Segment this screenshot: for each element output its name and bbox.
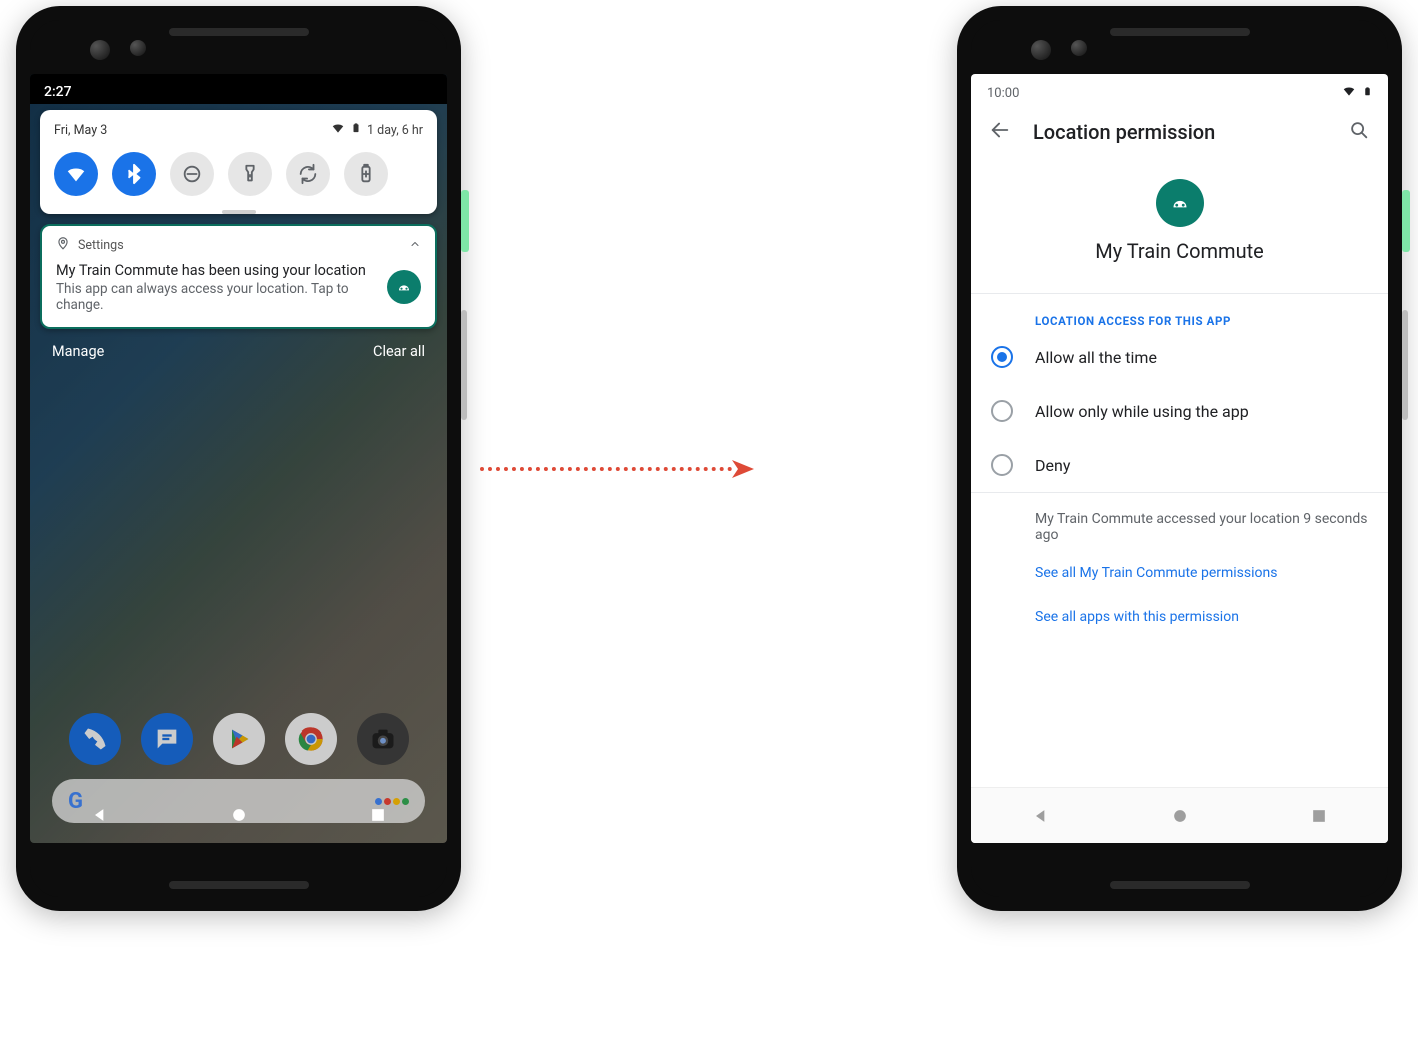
collapse-caret-icon[interactable]	[409, 238, 421, 253]
power-accent-button	[461, 190, 469, 252]
radio-icon	[991, 346, 1013, 368]
radio-label: Allow all the time	[1035, 348, 1157, 367]
qs-tile-flashlight[interactable]	[228, 152, 272, 196]
radio-allow-all[interactable]: Allow all the time	[971, 330, 1388, 384]
qs-tile-dnd[interactable]	[170, 152, 214, 196]
screen-left: 2:27 Fri, May 3 1 day, 6 hr	[30, 74, 447, 843]
wifi-status-icon	[1341, 84, 1357, 103]
system-nav-bar	[30, 787, 447, 843]
qs-date: Fri, May 3	[54, 123, 107, 138]
radio-deny[interactable]: Deny	[971, 438, 1388, 492]
link-apps-with-permission[interactable]: See all apps with this permission	[971, 595, 1388, 639]
power-accent-button	[1402, 190, 1410, 252]
clear-all-button[interactable]: Clear all	[373, 343, 425, 360]
nav-back-button[interactable]	[90, 805, 110, 825]
dock-app-messages[interactable]	[141, 713, 193, 765]
status-time: 10:00	[987, 86, 1019, 101]
dock-app-play-store[interactable]	[213, 713, 265, 765]
nav-back-button[interactable]	[1031, 806, 1051, 826]
app-icon-mytraincommute	[1156, 179, 1204, 227]
radio-allow-foreground[interactable]: Allow only while using the app	[971, 384, 1388, 438]
usage-info: My Train Commute accessed your location …	[971, 493, 1388, 551]
page-title: Location permission	[1033, 120, 1326, 144]
battery-status-icon	[1363, 84, 1372, 103]
qs-tile-battery-saver[interactable]	[344, 152, 388, 196]
qs-tile-autorotate[interactable]	[286, 152, 330, 196]
notification-title: My Train Commute has been using your loc…	[56, 262, 421, 279]
speaker-bottom	[1110, 881, 1250, 889]
notification-card[interactable]: Settings My Train Commute has been using…	[40, 224, 437, 329]
nav-home-button[interactable]	[229, 805, 249, 825]
battery-status-icon	[351, 120, 361, 140]
flow-arrow	[480, 460, 754, 478]
light-sensor	[1071, 40, 1087, 56]
status-time: 2:27	[44, 84, 72, 100]
section-label: LOCATION ACCESS FOR THIS APP	[971, 294, 1388, 330]
notification-body: This app can always access your location…	[56, 281, 421, 313]
app-header: My Train Commute	[971, 153, 1388, 293]
app-name-label: My Train Commute	[971, 239, 1388, 263]
wifi-status-icon	[331, 121, 345, 139]
qs-tile-wifi[interactable]	[54, 152, 98, 196]
radio-label: Allow only while using the app	[1035, 402, 1249, 421]
manage-button[interactable]: Manage	[52, 343, 104, 360]
speaker-top	[169, 28, 309, 36]
screen-right: 10:00 Location permission My Train Commu…	[971, 74, 1388, 843]
front-camera	[1031, 40, 1051, 60]
phone-permission-settings: 10:00 Location permission My Train Commu…	[957, 6, 1402, 911]
nav-home-button[interactable]	[1170, 806, 1190, 826]
search-icon[interactable]	[1348, 119, 1370, 145]
back-icon[interactable]	[989, 119, 1011, 145]
phone-notification-shade: 2:27 Fri, May 3 1 day, 6 hr	[16, 6, 461, 911]
notification-actions: Manage Clear all	[30, 329, 447, 364]
qs-battery-text: 1 day, 6 hr	[367, 123, 423, 138]
quick-settings-panel[interactable]: Fri, May 3 1 day, 6 hr	[40, 110, 437, 214]
light-sensor	[130, 40, 146, 56]
speaker-bottom	[169, 881, 309, 889]
link-app-permissions[interactable]: See all My Train Commute permissions	[971, 551, 1388, 595]
dock-app-camera[interactable]	[357, 713, 409, 765]
qs-tile-bluetooth[interactable]	[112, 152, 156, 196]
nav-recents-button[interactable]	[1309, 806, 1329, 826]
dock	[30, 713, 447, 765]
status-bar: 10:00	[971, 74, 1388, 107]
system-nav-bar	[971, 787, 1388, 843]
radio-label: Deny	[1035, 456, 1070, 475]
dock-app-chrome[interactable]	[285, 713, 337, 765]
toolbar: Location permission	[971, 107, 1388, 153]
notification-source: Settings	[78, 238, 124, 253]
speaker-top	[1110, 28, 1250, 36]
front-camera	[90, 40, 110, 60]
app-icon-mytraincommute	[387, 270, 421, 304]
radio-icon	[991, 454, 1013, 476]
dock-app-phone[interactable]	[69, 713, 121, 765]
nav-recents-button[interactable]	[368, 805, 388, 825]
radio-icon	[991, 400, 1013, 422]
location-pin-icon	[56, 236, 70, 254]
qs-expand-handle[interactable]	[222, 210, 256, 214]
status-bar: 2:27	[30, 74, 447, 104]
